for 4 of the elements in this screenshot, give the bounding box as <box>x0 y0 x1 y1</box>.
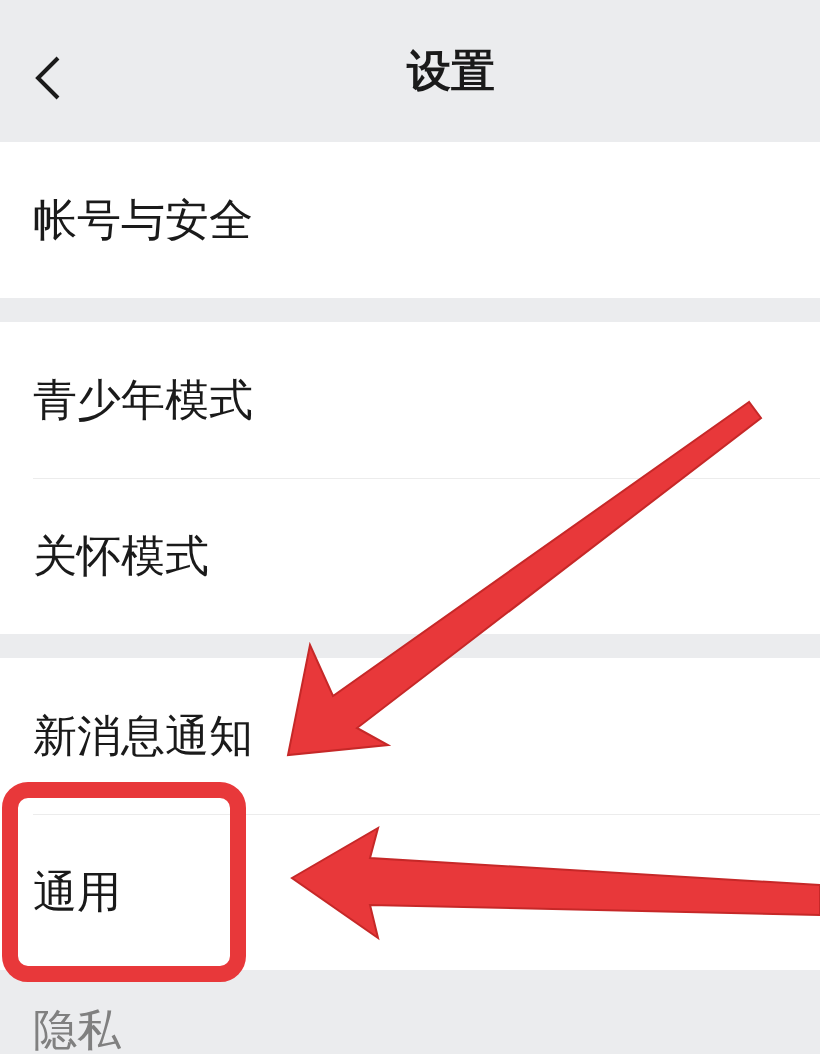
page-title: 设置 <box>407 43 495 98</box>
settings-item[interactable]: 新消息通知 <box>33 658 820 814</box>
section-label: 隐私 <box>33 1004 121 1054</box>
settings-item[interactable]: 青少年模式 <box>33 322 820 478</box>
